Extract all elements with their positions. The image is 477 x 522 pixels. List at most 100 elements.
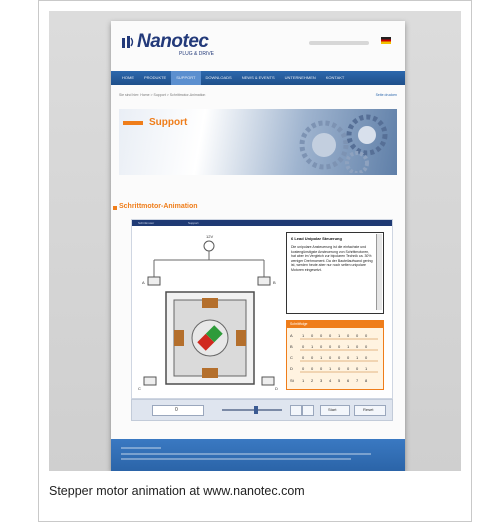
web-page: Nanotec PLUG & DRIVE HOME PRODUKTE SUPPO… xyxy=(111,21,405,471)
svg-text:7: 7 xyxy=(356,378,359,383)
coil-bottom xyxy=(202,368,218,378)
support-banner: Support xyxy=(119,109,397,175)
info-title: 6 Lead Unipolar Steuerung xyxy=(291,236,342,241)
switch-b xyxy=(257,276,271,286)
svg-text:1: 1 xyxy=(356,355,359,360)
svg-text:0: 0 xyxy=(338,355,341,360)
diagram-label-c: C xyxy=(138,386,141,391)
svg-text:8: 8 xyxy=(365,378,368,383)
animation-controls: 0 Start Reset xyxy=(131,399,393,421)
svg-text:1: 1 xyxy=(311,344,314,349)
breadcrumb[interactable]: Sie sind hier: Home > Support > Schrittm… xyxy=(119,93,205,97)
info-box: 6 Lead Unipolar Steuerung Die unipolare … xyxy=(286,232,384,314)
svg-text:0: 0 xyxy=(320,366,323,371)
svg-text:0: 0 xyxy=(329,333,332,338)
nav-item-produkte[interactable]: PRODUKTE xyxy=(139,71,171,85)
site-logo[interactable]: Nanotec xyxy=(137,31,209,53)
top-links[interactable] xyxy=(309,41,369,45)
footer-text xyxy=(121,458,351,460)
app-tab-bar: Schrittmotor Support xyxy=(132,220,392,226)
breadcrumb-row: Sie sind hier: Home > Support > Schrittm… xyxy=(119,93,397,101)
svg-text:0: 0 xyxy=(338,366,341,371)
svg-text:1: 1 xyxy=(302,333,305,338)
figure-frame: Nanotec PLUG & DRIVE HOME PRODUKTE SUPPO… xyxy=(38,0,472,522)
step-value: 0 xyxy=(175,407,178,413)
svg-text:0: 0 xyxy=(365,333,368,338)
motor-circuit-diagram: 12V A B C D xyxy=(138,234,278,391)
svg-text:1: 1 xyxy=(320,355,323,360)
switch-c xyxy=(143,376,157,386)
coil-top xyxy=(202,298,218,308)
site-tagline: PLUG & DRIVE xyxy=(179,51,215,57)
diagram-label-d: D xyxy=(275,386,278,391)
nav-item-downloads[interactable]: DOWNLOADS xyxy=(201,71,237,85)
footer-text xyxy=(121,447,161,449)
svg-text:1: 1 xyxy=(302,378,305,383)
nav-item-kontakt[interactable]: KONTAKT xyxy=(321,71,350,85)
speed-slider-track[interactable] xyxy=(222,409,282,411)
info-scrollbar[interactable] xyxy=(376,234,382,310)
svg-text:1: 1 xyxy=(329,366,332,371)
svg-text:C: C xyxy=(290,355,293,360)
svg-text:0: 0 xyxy=(356,366,359,371)
step-sequence-table: Schrittfolge A 1 0 0 0 1 0 0 0 B 0 1 0 0 0 1 0 0 C 0… xyxy=(286,320,384,390)
section-title: Schrittmotor-Animation xyxy=(119,203,198,210)
switch-a xyxy=(147,276,161,286)
nav-item-unternehmen[interactable]: UNTERNEHMEN xyxy=(280,71,321,85)
start-button[interactable]: Start xyxy=(320,405,350,416)
svg-text:0: 0 xyxy=(338,344,341,349)
app-tab-support[interactable]: Support xyxy=(188,221,199,225)
coil-left xyxy=(174,330,184,346)
main-nav: HOME PRODUKTE SUPPORT DOWNLOADS NEWS & E… xyxy=(111,71,405,85)
start-button-label: Start xyxy=(328,407,337,412)
stepper-animation-app: Schrittmotor Support 12V A B C D 6 Lead … xyxy=(131,219,393,399)
svg-text:0: 0 xyxy=(356,344,359,349)
section-bullet xyxy=(113,206,117,210)
nav-item-support[interactable]: SUPPORT xyxy=(171,71,201,85)
svg-text:6: 6 xyxy=(347,378,350,383)
svg-text:0: 0 xyxy=(365,355,368,360)
svg-text:0: 0 xyxy=(311,333,314,338)
svg-text:0: 0 xyxy=(311,355,314,360)
page-footer xyxy=(111,439,405,471)
svg-text:0: 0 xyxy=(311,366,314,371)
step-forward-button[interactable] xyxy=(302,405,314,416)
svg-text:4: 4 xyxy=(329,378,332,383)
svg-text:0: 0 xyxy=(347,355,350,360)
svg-text:0: 0 xyxy=(365,344,368,349)
app-tab-schrittmotor[interactable]: Schrittmotor xyxy=(138,221,154,225)
svg-text:0: 0 xyxy=(302,355,305,360)
banner-title: Support xyxy=(149,117,188,128)
svg-text:0: 0 xyxy=(347,366,350,371)
svg-text:2: 2 xyxy=(311,378,314,383)
step-back-button[interactable] xyxy=(290,405,302,416)
gears-image xyxy=(299,114,388,173)
svg-text:1: 1 xyxy=(338,333,341,338)
diagram-label-a: A xyxy=(142,280,145,285)
svg-text:0: 0 xyxy=(347,333,350,338)
svg-text:A: A xyxy=(290,333,293,338)
info-text: Die unipolare Ansteuerung ist die einfac… xyxy=(291,245,373,272)
svg-text:St: St xyxy=(290,378,295,383)
svg-text:0: 0 xyxy=(320,344,323,349)
banner-accent-bar xyxy=(123,121,143,125)
svg-text:0: 0 xyxy=(320,333,323,338)
svg-text:0: 0 xyxy=(329,355,332,360)
german-flag-icon[interactable] xyxy=(381,37,391,44)
reset-button-label: Reset xyxy=(363,407,374,412)
step-input[interactable]: 0 xyxy=(152,405,204,416)
svg-text:B: B xyxy=(290,344,293,349)
print-link[interactable]: Seite drucken xyxy=(376,93,397,97)
reset-button[interactable]: Reset xyxy=(354,405,386,416)
coil-right xyxy=(236,330,246,346)
nav-item-home[interactable]: HOME xyxy=(117,71,139,85)
speed-slider-knob[interactable] xyxy=(254,406,258,414)
nav-item-news[interactable]: NEWS & EVENTS xyxy=(237,71,280,85)
svg-text:5: 5 xyxy=(338,378,341,383)
switch-d xyxy=(261,376,275,386)
table-header: Schrittfolge xyxy=(287,321,383,328)
svg-text:3: 3 xyxy=(320,378,323,383)
sequence-grid: A 1 0 0 0 1 0 0 0 B 0 1 0 0 0 1 0 0 C 0 0 1 0 0 0 1 0 D 0 0… xyxy=(290,333,378,383)
diagram-label-b: B xyxy=(273,280,276,285)
header: Nanotec PLUG & DRIVE xyxy=(119,31,397,61)
